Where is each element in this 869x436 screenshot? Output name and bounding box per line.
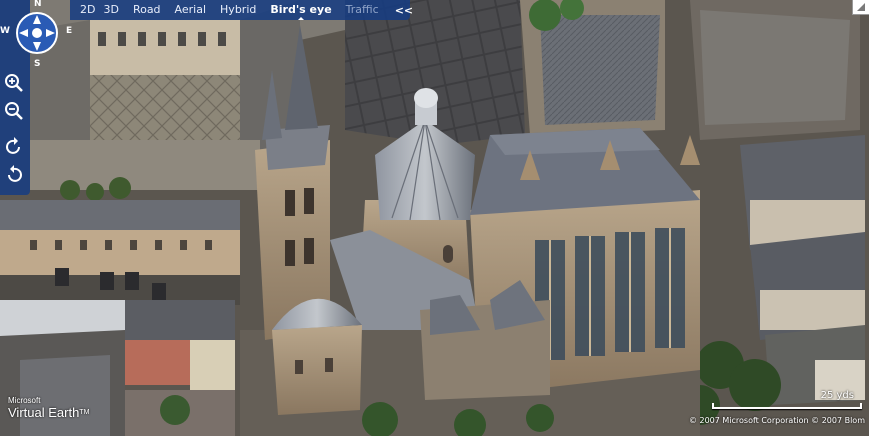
mode-aerial-button[interactable]: Aerial [171, 0, 210, 20]
zoom-in-icon[interactable] [3, 72, 25, 94]
compass-icon[interactable] [12, 8, 62, 58]
logo-microsoft-text: Microsoft [8, 396, 41, 405]
compass-north-label: N [34, 0, 42, 9]
zoom-out-icon[interactable] [3, 100, 25, 122]
scale-line [712, 403, 862, 409]
mode-birds-eye-button[interactable]: Bird's eye [266, 0, 335, 20]
rotate-counterclockwise-button[interactable] [3, 164, 25, 186]
mode-3d-button[interactable]: 3D [99, 0, 122, 20]
rotate-clockwise-button[interactable] [3, 136, 25, 158]
compass-west-label: W [0, 26, 10, 36]
birds-eye-map[interactable]: N S W E 2D 3D Road Aerial Hybrid Bird's … [0, 0, 869, 436]
corner-toggle-button[interactable] [852, 0, 869, 15]
mode-hybrid-button[interactable]: Hybrid [216, 0, 260, 20]
logo-virtual-earth-text: Virtual EarthTM [8, 405, 89, 420]
traffic-toggle[interactable]: Traffic [342, 0, 383, 20]
logo-product-name: Virtual Earth [8, 405, 80, 420]
map-mode-toolbar: 2D 3D Road Aerial Hybrid Bird's eye Traf… [70, 0, 413, 20]
aerial-imagery[interactable] [0, 0, 869, 436]
scale-bar: 25 yds [712, 390, 862, 412]
logo-trademark: TM [79, 409, 90, 416]
expand-arrow-icon [857, 3, 865, 11]
collapse-toolbar-button[interactable]: << [395, 4, 413, 17]
compass-south-label: S [34, 59, 41, 69]
zoom-in-button[interactable] [3, 72, 25, 94]
mode-2d-button[interactable]: 2D [76, 0, 99, 20]
compass-rose[interactable] [12, 8, 62, 58]
zoom-out-button[interactable] [3, 100, 25, 122]
compass-east-label: E [66, 26, 73, 36]
rotate-counterclockwise-icon[interactable] [3, 164, 25, 186]
scale-label: 25 yds [820, 390, 854, 401]
rotate-clockwise-icon[interactable] [3, 136, 25, 158]
virtual-earth-logo: Microsoft Virtual EarthTM [8, 396, 89, 420]
copyright-notice: © 2007 Microsoft Corporation © 2007 Blom [688, 416, 865, 425]
mode-road-button[interactable]: Road [129, 0, 165, 20]
